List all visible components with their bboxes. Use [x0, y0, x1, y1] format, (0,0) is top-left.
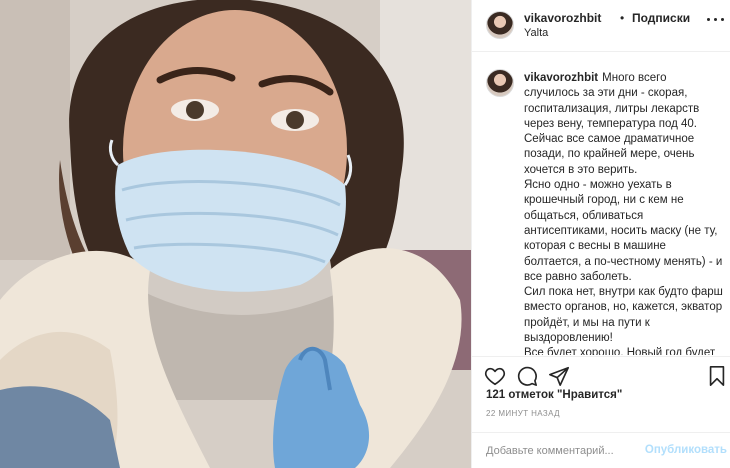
publish-button[interactable]: Опубликовать: [645, 444, 727, 456]
comment-bar: Опубликовать: [472, 432, 730, 468]
separator-dot: •: [620, 11, 625, 25]
post-sidebar: vikavorozhbit • Подписки Yalta vikavoroz…: [471, 0, 730, 468]
caption-line: Все будет хорошо. Новый год будет лучше): [524, 347, 716, 355]
post-photo[interactable]: [0, 0, 471, 468]
comment-input[interactable]: [486, 442, 636, 460]
caption-line: Ясно одно - можно уехать в крошечный гор…: [524, 179, 723, 283]
likes-count[interactable]: 121 отметок "Нравится": [486, 389, 622, 401]
more-horizontal-icon[interactable]: [707, 14, 725, 26]
caption-username[interactable]: vikavorozhbit: [524, 72, 598, 84]
bookmark-icon[interactable]: [706, 365, 728, 387]
following-button[interactable]: Подписки: [632, 11, 690, 25]
avatar[interactable]: [486, 11, 514, 39]
comment-icon[interactable]: [516, 365, 538, 387]
post-caption: vikavorozhbit Много всего случилось за эт…: [524, 71, 724, 355]
caption-line: Сил пока нет, внутри как будто фарш вмес…: [524, 286, 723, 345]
location-link[interactable]: Yalta: [524, 27, 548, 39]
header-username[interactable]: vikavorozhbit: [524, 11, 601, 25]
post-timestamp[interactable]: 22 минут назад: [486, 409, 560, 418]
post-actions: [472, 356, 730, 392]
post-header: vikavorozhbit • Подписки Yalta: [472, 0, 730, 52]
caption-avatar[interactable]: [486, 69, 514, 97]
caption-line: Сейчас все самое драматичное позади, по …: [524, 133, 695, 176]
heart-icon[interactable]: [484, 365, 506, 387]
selfie-illustration: [0, 0, 471, 468]
caption-area: vikavorozhbit Много всего случилось за эт…: [472, 53, 730, 355]
share-icon[interactable]: [548, 365, 570, 387]
